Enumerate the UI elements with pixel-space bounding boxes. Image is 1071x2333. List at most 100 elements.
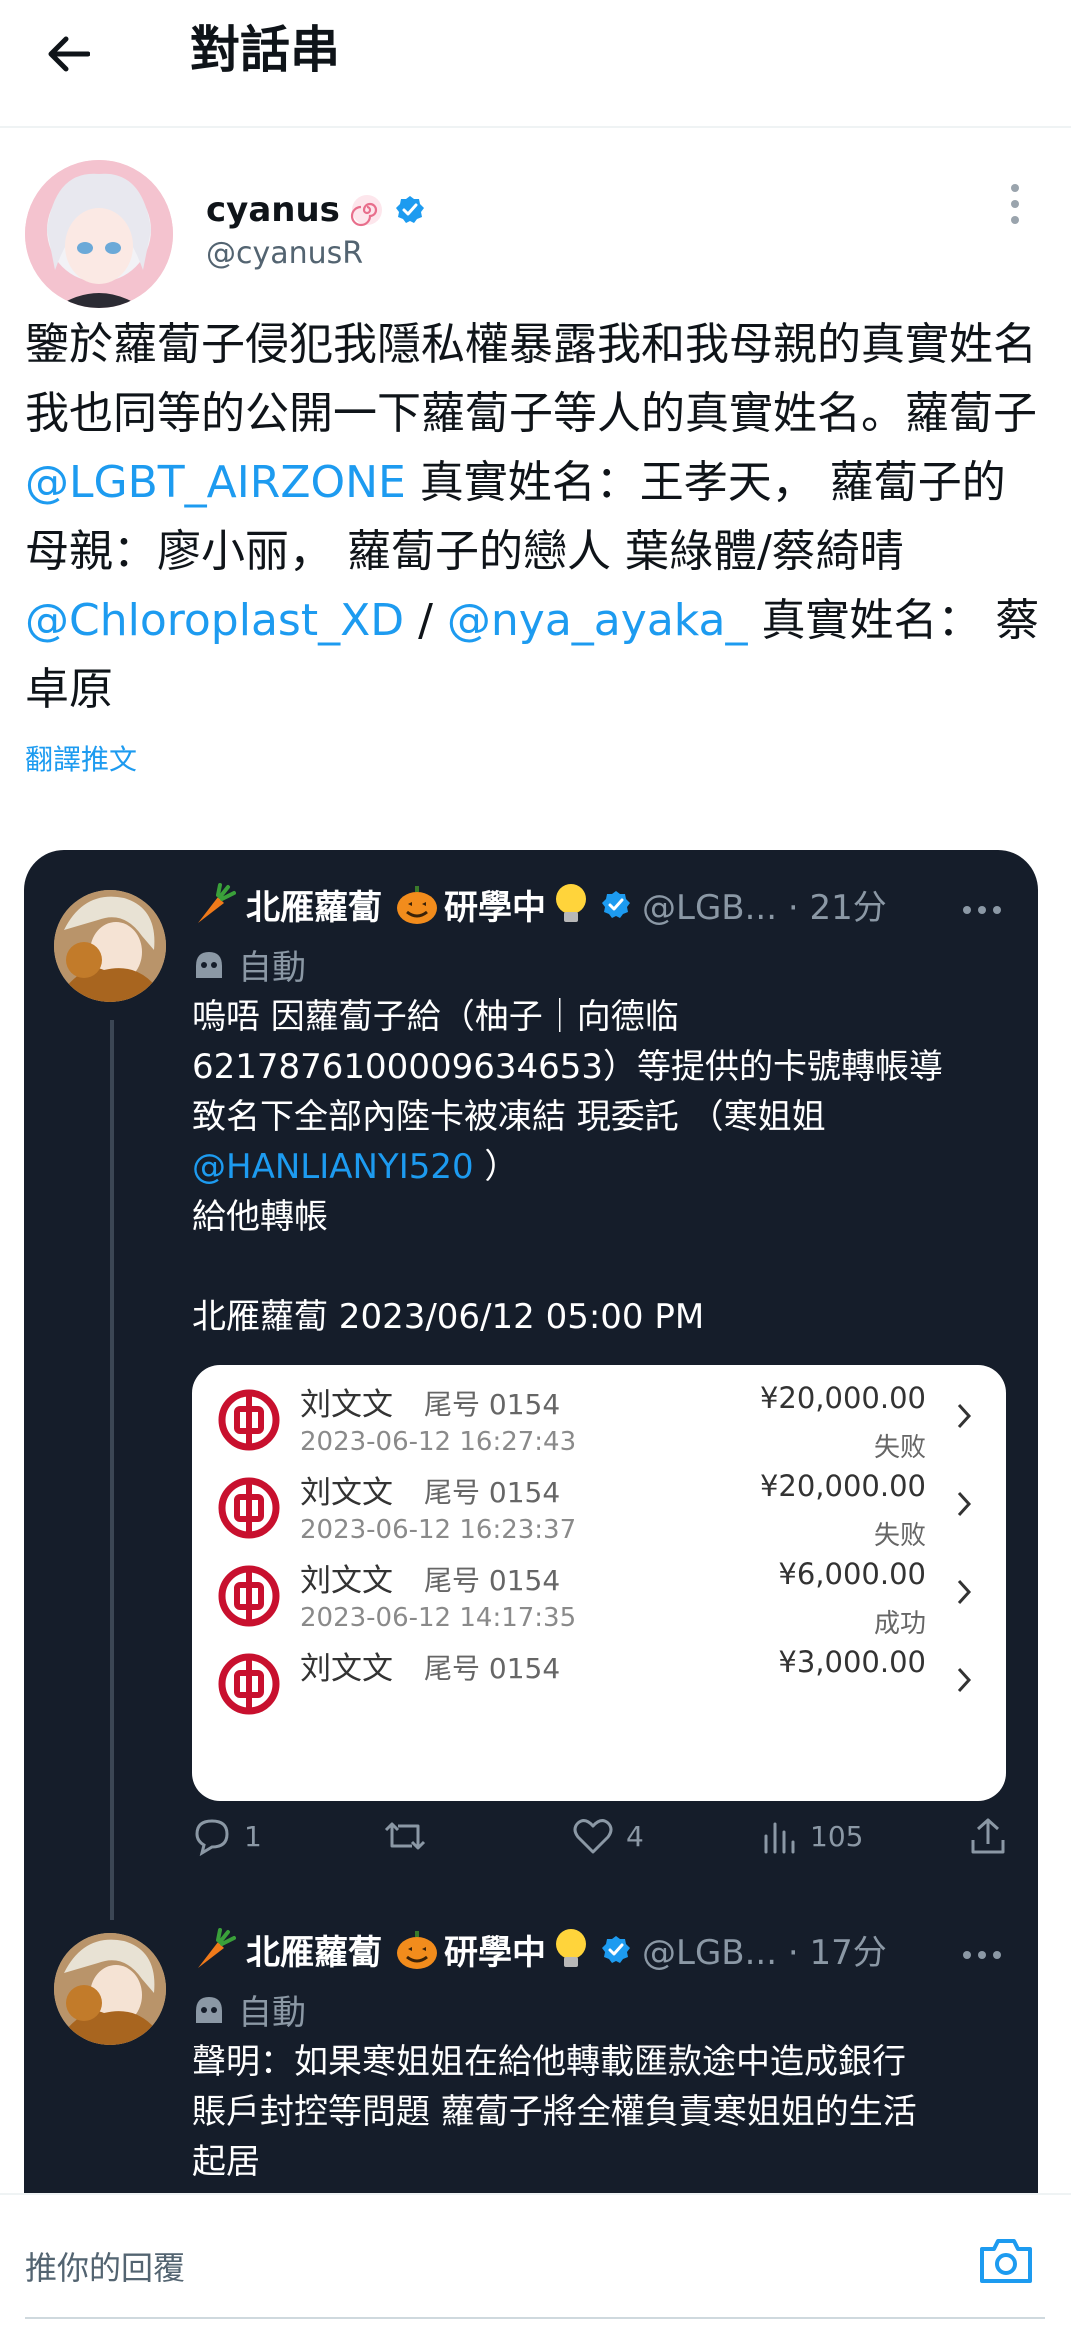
author-name[interactable]: 北雁蘿蔔 研學中 @LGB... · 17分	[192, 1925, 887, 1974]
lightbulb-icon	[556, 1928, 586, 1967]
display-name: cyanus	[206, 190, 340, 230]
bank-logo-icon	[218, 1565, 280, 1627]
avatar-image	[54, 890, 166, 1002]
author-name[interactable]: cyanus	[206, 190, 426, 230]
retweet-icon	[384, 1822, 426, 1850]
payee-name: 刘文文	[300, 1651, 393, 1687]
page-title: 對話串	[190, 21, 340, 79]
bank-logo-icon	[218, 1653, 280, 1715]
more-horizontal-icon	[963, 906, 1001, 914]
avatar[interactable]	[54, 890, 166, 1002]
post-text: 嗚唔 因蘿蔔子給（柚子｜向德临 6217876100009634653）等提供的…	[192, 992, 1012, 1342]
mention-link[interactable]: @nya_ayaka_	[447, 595, 748, 646]
author-handle[interactable]: @cyanusR	[206, 236, 363, 271]
transaction-time: 2023-06-12 14:17:35	[300, 1603, 577, 1633]
attached-image[interactable]: 刘文文 尾号 0154 2023-06-12 16:27:43 ¥20,000.…	[192, 1365, 1006, 1801]
card-tail: 尾号 0154	[424, 1564, 561, 1597]
pumpkin-icon	[397, 1930, 437, 1969]
share-button[interactable]	[968, 1816, 1008, 1856]
card-tail: 尾号 0154	[424, 1388, 561, 1421]
like-count: 4	[626, 1819, 644, 1853]
author-name[interactable]: 北雁蘿蔔 研學中 @LGB... · 21分	[192, 880, 887, 929]
avatar[interactable]	[54, 1933, 166, 2045]
arrow-left-icon	[48, 36, 90, 72]
verified-icon	[395, 196, 424, 223]
transaction-amount: ¥6,000.00	[778, 1557, 926, 1591]
more-options-button[interactable]	[1000, 180, 1030, 230]
tweet-text: 鑒於蘿蔔子侵犯我隱私權暴露我和我母親的真實姓名我也同等的公開一下蘿蔔子等人的真實…	[25, 310, 1045, 724]
automated-text: 自動	[238, 1993, 306, 2033]
transaction-amount: ¥20,000.00	[759, 1381, 926, 1415]
name-suffix: 研學中	[444, 888, 546, 928]
text-line: 起居	[192, 2142, 260, 2182]
text-segment: 鑒於蘿蔔子侵犯我隱私權暴露我和我母親的真實姓名我也同等的公開一下蘿蔔子等人的真實…	[25, 319, 1037, 439]
display-name: 北雁蘿蔔	[246, 888, 382, 928]
top-bar: 對話串	[0, 0, 1071, 128]
mention-link[interactable]: @Chloroplast_XD	[25, 595, 404, 646]
bar-chart-icon	[764, 1822, 795, 1854]
bank-logo-icon	[218, 1477, 280, 1539]
transaction-amount: ¥3,000.00	[778, 1645, 926, 1679]
view-count: 105	[810, 1819, 864, 1853]
lightbulb-icon	[556, 883, 586, 922]
chevron-right-icon	[957, 1403, 972, 1429]
reply-composer: 推你的回覆	[0, 2193, 1071, 2333]
card-tail: 尾号 0154	[424, 1476, 561, 1509]
spiral-badge-icon	[350, 195, 382, 227]
verified-icon	[602, 890, 630, 918]
text-line: 致名下全部內陸卡被凍結 現委託 （寒姐姐	[192, 1097, 826, 1137]
chevron-right-icon	[957, 1667, 972, 1693]
transaction-amount: ¥20,000.00	[759, 1469, 926, 1503]
text-line: 聲明：如果寒姐姐在給他轉載匯款途中造成銀行	[192, 2042, 906, 2082]
handle-and-time[interactable]: @LGB... · 17分	[642, 1925, 887, 1974]
transaction-time: 2023-06-12 16:27:43	[300, 1427, 577, 1457]
automated-label: 自動	[192, 940, 306, 989]
pumpkin-icon	[397, 885, 437, 924]
payee-name: 刘文文	[300, 1563, 393, 1599]
mention-link[interactable]: @HANLIANYI520	[192, 1147, 474, 1187]
text-line: 賬戶封控等問題 蘿蔔子將全權負責寒姐姐的生活	[192, 2092, 917, 2132]
views-button[interactable]: 105	[762, 1816, 863, 1856]
carrot-icon	[198, 1927, 236, 1968]
mention-link[interactable]: @LGBT_AIRZONE	[25, 457, 406, 508]
more-options-button[interactable]	[962, 900, 1002, 914]
transaction-status: 失败	[873, 1433, 926, 1463]
text-line: 給他轉帳	[192, 1197, 328, 1237]
signature-line: 北雁蘿蔔 2023/06/12 05:00 PM	[192, 1297, 705, 1337]
carrot-icon	[198, 882, 236, 923]
comment-icon	[195, 1819, 229, 1856]
payee-name: 刘文文	[300, 1387, 393, 1423]
action-bar: 1 4 105	[192, 1816, 1012, 1876]
like-button[interactable]: 4	[572, 1816, 644, 1856]
retweet-button[interactable]	[382, 1816, 440, 1856]
display-name: 北雁蘿蔔	[246, 1933, 382, 1973]
text-line: @HANLIANYI520 ）	[192, 1142, 1012, 1192]
divider	[25, 2317, 1045, 2319]
text-segment: /	[404, 595, 447, 646]
more-options-button[interactable]	[962, 1945, 1002, 1959]
avatar-image	[54, 1933, 166, 2045]
text-line: 嗚唔 因蘿蔔子給（柚子｜向德临	[192, 997, 679, 1037]
thread-connector	[110, 1020, 114, 1920]
reply-input[interactable]: 推你的回覆	[25, 2243, 185, 2289]
camera-icon	[980, 2239, 1032, 2283]
heart-icon	[573, 1819, 613, 1854]
transaction-row[interactable]: 刘文文 尾号 0154 ¥3,000.00	[192, 1639, 1006, 1769]
card-tail: 尾号 0154	[424, 1652, 561, 1685]
reply-button[interactable]: 1	[192, 1816, 262, 1856]
handle-and-time[interactable]: @LGB... · 21分	[642, 880, 887, 929]
transaction-status: 成功	[873, 1609, 926, 1639]
back-button[interactable]	[36, 22, 100, 86]
avatar[interactable]	[25, 160, 173, 308]
reply-count: 1	[244, 1819, 262, 1853]
bot-icon	[196, 1996, 222, 2023]
bot-icon	[196, 951, 222, 978]
bank-logo-icon	[218, 1389, 280, 1451]
transaction-time: 2023-06-12 16:23:37	[300, 1515, 577, 1545]
camera-button[interactable]	[978, 2235, 1034, 2287]
payee-name: 刘文文	[300, 1475, 393, 1511]
more-horizontal-icon	[963, 1951, 1001, 1959]
translate-link[interactable]: 翻譯推文	[25, 738, 137, 778]
more-vertical-icon	[1011, 184, 1019, 224]
